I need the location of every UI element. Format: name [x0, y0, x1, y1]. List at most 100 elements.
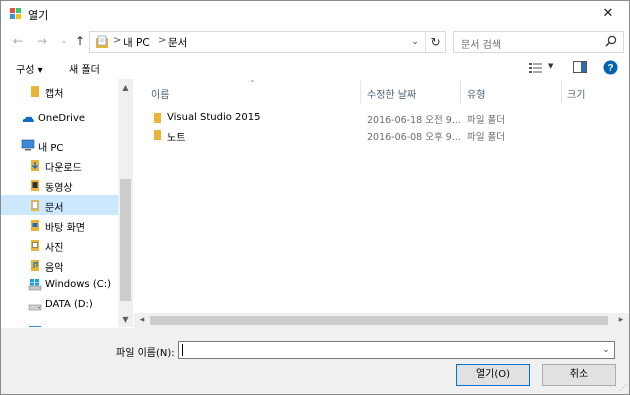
app-icon [10, 8, 21, 19]
search-box[interactable]: 문서 검색 [453, 31, 624, 53]
organize-button[interactable]: 구성 ▾ [16, 61, 43, 76]
sidebar-item-this-pc[interactable]: 내 PC [1, 135, 118, 155]
downloads-icon [31, 160, 39, 171]
scroll-thumb[interactable] [150, 316, 608, 325]
sidebar-item-onedrive[interactable]: OneDrive [1, 109, 118, 129]
breadcrumb-separator: > [113, 35, 122, 46]
sidebar-item-drive-d[interactable]: DATA (D:) [1, 295, 118, 315]
table-row[interactable]: Visual Studio 2015 2016-06-18 오전 9... 파일… [134, 110, 629, 127]
column-divider[interactable] [460, 81, 461, 103]
sidebar-item-label: 내 PC [38, 143, 64, 154]
new-folder-button[interactable]: 새 폴더 [69, 61, 100, 76]
file-name: 노트 [167, 133, 186, 144]
folder-icon [31, 86, 39, 97]
documents-icon [31, 200, 39, 211]
close-button[interactable]: ✕ [591, 1, 625, 27]
view-dropdown-icon[interactable]: ▼ [548, 62, 553, 70]
cancel-button[interactable]: 취소 [542, 364, 616, 386]
table-row[interactable]: 노트 2016-06-08 오후 9... 파일 폴더 [134, 127, 629, 144]
sort-ascending-icon: ⌃ [249, 79, 256, 88]
address-bar[interactable]: > 내 PC > 문서 ⌄ ↻ [89, 31, 446, 53]
file-type: 파일 폴더 [467, 132, 505, 143]
windows-drive-icon [28, 279, 42, 291]
sidebar-item-label: 문서 [45, 203, 64, 214]
help-icon[interactable]: ? [603, 60, 618, 75]
music-icon [31, 260, 39, 271]
scroll-thumb[interactable] [120, 179, 131, 301]
breadcrumb-separator: > [158, 35, 167, 46]
sidebar-item-desktop[interactable]: 바탕 화면 [1, 215, 118, 235]
search-icon [605, 35, 617, 47]
open-button[interactable]: 열기(O) [456, 364, 530, 386]
drive-icon [29, 326, 41, 327]
forward-button[interactable]: → [34, 33, 50, 49]
scroll-right-icon[interactable]: ▸ [614, 313, 628, 328]
nav-scrollbar[interactable]: ▲ ▼ [118, 79, 133, 327]
search-input[interactable]: 문서 검색 [461, 36, 501, 51]
column-header-name[interactable]: 이름 [151, 86, 169, 101]
sidebar-item-label: 동영상 [45, 183, 73, 194]
scroll-down-icon[interactable]: ▼ [118, 313, 133, 327]
scroll-up-icon[interactable]: ▲ [118, 81, 133, 95]
folder-icon [154, 113, 161, 123]
up-button[interactable]: ↑ [72, 33, 88, 49]
title-bar: 열기 ✕ [1, 1, 629, 27]
breadcrumb-this-pc[interactable]: 내 PC [123, 35, 150, 50]
videos-icon [31, 180, 39, 191]
column-divider[interactable] [561, 81, 562, 103]
computer-icon [21, 139, 35, 151]
documents-folder-icon [96, 35, 108, 48]
preview-pane-icon[interactable] [573, 61, 587, 73]
sidebar-item-documents[interactable]: 문서 [1, 195, 118, 215]
list-horizontal-scrollbar[interactable]: ◂ ▸ [134, 313, 629, 328]
close-icon: ✕ [602, 6, 614, 21]
back-button[interactable]: ← [10, 33, 26, 49]
desktop-icon [31, 220, 39, 231]
breadcrumb-documents[interactable]: 문서 [168, 35, 187, 50]
file-list: ⌃ 이름 수정한 날짜 유형 크기 Visual Studio 2015 201… [134, 79, 629, 327]
sidebar-item-label: Windows (C:) [45, 279, 111, 290]
navigation-pane: 캡처 OneDrive 내 PC 다운로드 동영상 문서 바탕 화면 사진 음악… [1, 79, 133, 327]
sidebar-item-label: 사진 [45, 243, 64, 254]
scroll-left-icon[interactable]: ◂ [135, 313, 149, 328]
column-divider[interactable] [360, 81, 361, 103]
drive-icon [28, 304, 42, 311]
sidebar-item-music[interactable]: 음악 [1, 255, 118, 275]
view-options-icon[interactable] [529, 62, 543, 74]
folder-icon [154, 130, 161, 140]
sidebar-item-label: 다운로드 [45, 163, 82, 174]
sidebar-item-videos[interactable]: 동영상 [1, 175, 118, 195]
file-name: Visual Studio 2015 [167, 112, 261, 123]
sidebar-item-downloads[interactable]: 다운로드 [1, 155, 118, 175]
chevron-down-icon[interactable]: ⌄ [600, 342, 612, 358]
sidebar-item-label: 바탕 화면 [45, 223, 85, 234]
window-title: 열기 [28, 9, 49, 22]
address-dropdown-button[interactable]: ⌄ [407, 32, 423, 52]
sidebar-item-label: 음악 [45, 263, 64, 274]
column-header-size[interactable]: 크기 [567, 86, 585, 101]
sidebar-item-captures[interactable]: 캡처 [1, 81, 118, 101]
file-modified: 2016-06-08 오후 9... [367, 132, 461, 143]
sidebar-item-pictures[interactable]: 사진 [1, 235, 118, 255]
filename-field[interactable]: ⌄ [178, 341, 615, 359]
sidebar-item-label: OneDrive [38, 113, 86, 124]
file-modified: 2016-06-18 오전 9... [367, 115, 461, 126]
command-bar: 구성 ▾ 새 폴더 ▼ ? [1, 57, 629, 79]
filename-label: 파일 이름(N): [116, 348, 175, 359]
navigation-bar: ← → ⌄ ↑ > 내 PC > 문서 ⌄ ↻ 문서 검색 [1, 27, 629, 57]
dialog-footer: 파일 이름(N): ⌄ 열기(O) 취소 ⋰ [1, 328, 629, 394]
column-header-modified[interactable]: 수정한 날짜 [367, 86, 416, 101]
resize-grip-icon[interactable]: ⋰ [619, 383, 627, 392]
column-headers: ⌃ 이름 수정한 날짜 유형 크기 [134, 79, 629, 105]
sidebar-item-drive-c[interactable]: Windows (C:) [1, 275, 118, 295]
pictures-icon [31, 240, 39, 251]
open-file-dialog: 열기 ✕ ← → ⌄ ↑ > 내 PC > 문서 ⌄ ↻ 문서 검색 구성 ▾ … [0, 0, 630, 395]
sidebar-item-partial [1, 319, 118, 327]
text-caret [182, 344, 183, 356]
column-header-type[interactable]: 유형 [467, 86, 485, 101]
sidebar-item-label: 캡처 [45, 89, 64, 100]
recent-locations-button[interactable]: ⌄ [56, 33, 72, 49]
refresh-button[interactable]: ↻ [425, 32, 445, 52]
onedrive-icon [22, 116, 34, 122]
svg-text:?: ? [607, 63, 613, 74]
